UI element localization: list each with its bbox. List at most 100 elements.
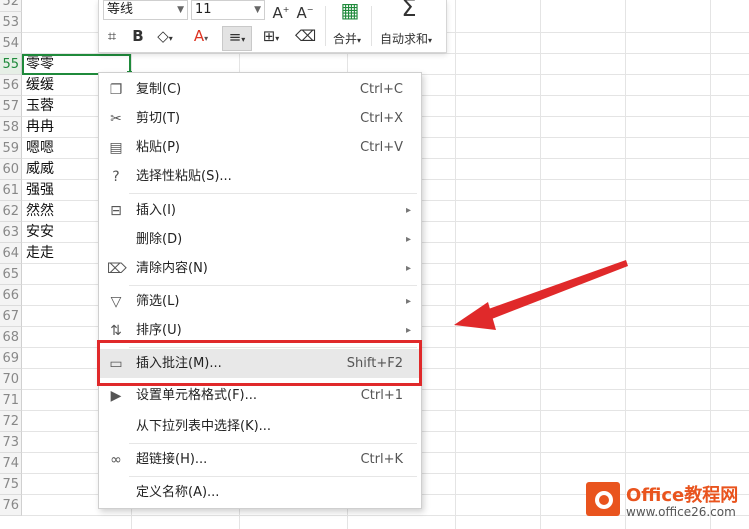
cell-a64[interactable]: 走走 xyxy=(26,243,54,264)
cell-a63[interactable]: 安安 xyxy=(26,222,54,243)
menu-item-label: 复制(C) xyxy=(136,82,182,97)
cell-a58[interactable]: 冉冉 xyxy=(26,117,54,138)
sum-icon[interactable]: Σ xyxy=(397,0,421,20)
chevron-down-icon: ▼ xyxy=(254,5,261,15)
row-header[interactable]: 63 xyxy=(0,222,22,243)
highlight-box xyxy=(97,340,422,386)
row-header[interactable]: 72 xyxy=(0,411,22,432)
fill-color-icon[interactable]: ◇▾ xyxy=(153,26,177,49)
row-header[interactable]: 62 xyxy=(0,201,22,222)
row-header[interactable]: 67 xyxy=(0,306,22,327)
row-header[interactable]: 52 xyxy=(0,0,22,12)
menu-item-label: 超链接(H)... xyxy=(136,452,208,467)
row-header[interactable]: 69 xyxy=(0,348,22,369)
submenu-arrow-icon: ▸ xyxy=(405,205,411,216)
menu-item-clear-contents[interactable]: ⌦ 清除内容(N) ▸ xyxy=(99,254,421,283)
row-header[interactable]: 54 xyxy=(0,33,22,54)
row-header[interactable]: 65 xyxy=(0,264,22,285)
clipboard-icon: ▤ xyxy=(109,140,123,156)
cell-a61[interactable]: 强强 xyxy=(26,180,54,201)
row-header[interactable]: 66 xyxy=(0,285,22,306)
menu-separator xyxy=(129,476,417,477)
filter-icon: ▽ xyxy=(110,294,122,310)
scissors-icon: ✂ xyxy=(110,111,122,127)
menu-item-paste-special[interactable]: ? 选择性粘贴(S)... xyxy=(99,162,421,191)
menu-item-shortcut: Ctrl+V xyxy=(360,140,403,155)
format-painter-icon[interactable]: ⌗ xyxy=(103,26,121,46)
merge-button[interactable]: 合并▾ xyxy=(333,30,361,47)
bold-icon[interactable]: B xyxy=(129,26,147,46)
red-arrow-annotation xyxy=(454,260,628,330)
align-icon[interactable]: ≡▾ xyxy=(222,26,252,51)
row-header[interactable]: 61 xyxy=(0,180,22,201)
menu-item-copy[interactable]: ❐ 复制(C) Ctrl+C xyxy=(99,75,421,104)
merge-label: 合并 xyxy=(333,32,358,46)
menu-item-label: 筛选(L) xyxy=(136,294,180,309)
menu-item-label: 清除内容(N) xyxy=(136,261,208,276)
link-icon: ∞ xyxy=(110,452,122,468)
cell-a60[interactable]: 威威 xyxy=(26,159,54,180)
menu-item-shortcut: Ctrl+K xyxy=(360,452,403,467)
format-cells-icon: ▶ xyxy=(110,388,122,404)
font-size-value: 11 xyxy=(195,2,212,17)
cell-a62[interactable]: 然然 xyxy=(26,201,54,222)
font-size-select[interactable]: 11 ▼ xyxy=(191,0,265,20)
row-line xyxy=(22,53,749,54)
row-header[interactable]: 57 xyxy=(0,96,22,117)
menu-item-insert[interactable]: ⊟ 插入(I) ▸ xyxy=(99,196,421,225)
menu-item-shortcut: Ctrl+C xyxy=(359,82,403,97)
clear-format-icon[interactable]: ⌫ xyxy=(295,26,316,46)
row-header[interactable]: 53 xyxy=(0,12,22,33)
row-header[interactable]: 74 xyxy=(0,453,22,474)
row-header[interactable]: 58 xyxy=(0,117,22,138)
cell-a59[interactable]: 嗯嗯 xyxy=(26,138,54,159)
decrease-font-icon[interactable]: A− xyxy=(295,0,315,23)
row-header[interactable]: 64 xyxy=(0,243,22,264)
menu-item-cut[interactable]: ✂ 剪切(T) Ctrl+X xyxy=(99,104,421,133)
row-header[interactable]: 56 xyxy=(0,75,22,96)
merge-cells-icon[interactable]: ▦ xyxy=(335,0,365,20)
sort-icon: ⇅ xyxy=(110,323,122,339)
toolbar-divider xyxy=(325,6,326,46)
arrow-shaft xyxy=(480,260,628,322)
cell-a56[interactable]: 缓缓 xyxy=(26,75,54,96)
row-header-active[interactable]: 55 xyxy=(0,54,22,75)
menu-item-label: 删除(D) xyxy=(136,232,183,247)
menu-item-label: 选择性粘贴(S)... xyxy=(136,169,232,184)
increase-font-icon[interactable]: A+ xyxy=(271,0,291,23)
toolbar-divider xyxy=(371,6,372,46)
row-header[interactable]: 68 xyxy=(0,327,22,348)
font-color-icon[interactable]: A▾ xyxy=(189,26,213,49)
menu-item-paste[interactable]: ▤ 粘贴(P) Ctrl+V xyxy=(99,133,421,162)
menu-item-delete[interactable]: 删除(D) ▸ xyxy=(99,225,421,254)
autosum-button[interactable]: 自动求和▾ xyxy=(380,30,432,47)
row-header[interactable]: 70 xyxy=(0,369,22,390)
menu-item-hyperlink[interactable]: ∞ 超链接(H)... Ctrl+K xyxy=(99,445,421,474)
autosum-label: 自动求和 xyxy=(380,32,429,46)
row-header[interactable]: 59 xyxy=(0,138,22,159)
row-header[interactable]: 71 xyxy=(0,390,22,411)
insert-cells-icon: ⊟ xyxy=(110,203,122,219)
menu-item-label: 剪切(T) xyxy=(136,111,181,126)
row-header[interactable]: 75 xyxy=(0,474,22,495)
cell-a57[interactable]: 玉蓉 xyxy=(26,96,54,117)
row-header[interactable]: 73 xyxy=(0,432,22,453)
row-header[interactable]: 60 xyxy=(0,159,22,180)
mini-toolbar: 等线 ▼ 11 ▼ A+ A− ⌗ B ◇▾ A▾ ≡▾ ⊞▾ ⌫ ▦ 合并▾ … xyxy=(98,0,447,53)
menu-item-filter[interactable]: ▽ 筛选(L) ▸ xyxy=(99,287,421,316)
menu-item-pick-from-list[interactable]: 从下拉列表中选择(K)... xyxy=(99,412,421,441)
menu-item-label: 粘贴(P) xyxy=(136,140,180,155)
menu-item-define-name[interactable]: 定义名称(A)... xyxy=(99,478,421,507)
menu-separator xyxy=(129,285,417,286)
menu-item-label: 定义名称(A)... xyxy=(136,485,220,500)
watermark-site: www.office26.com xyxy=(626,505,736,519)
chevron-down-icon: ▼ xyxy=(177,5,184,15)
context-menu: ❐ 复制(C) Ctrl+C ✂ 剪切(T) Ctrl+X ▤ 粘贴(P) Ct… xyxy=(98,72,422,509)
borders-icon[interactable]: ⊞▾ xyxy=(257,26,285,49)
menu-separator xyxy=(129,443,417,444)
submenu-arrow-icon: ▸ xyxy=(405,263,411,274)
column-line xyxy=(710,0,711,529)
office-logo-icon xyxy=(586,482,620,516)
font-name-select[interactable]: 等线 ▼ xyxy=(103,0,188,20)
row-header[interactable]: 76 xyxy=(0,495,22,516)
